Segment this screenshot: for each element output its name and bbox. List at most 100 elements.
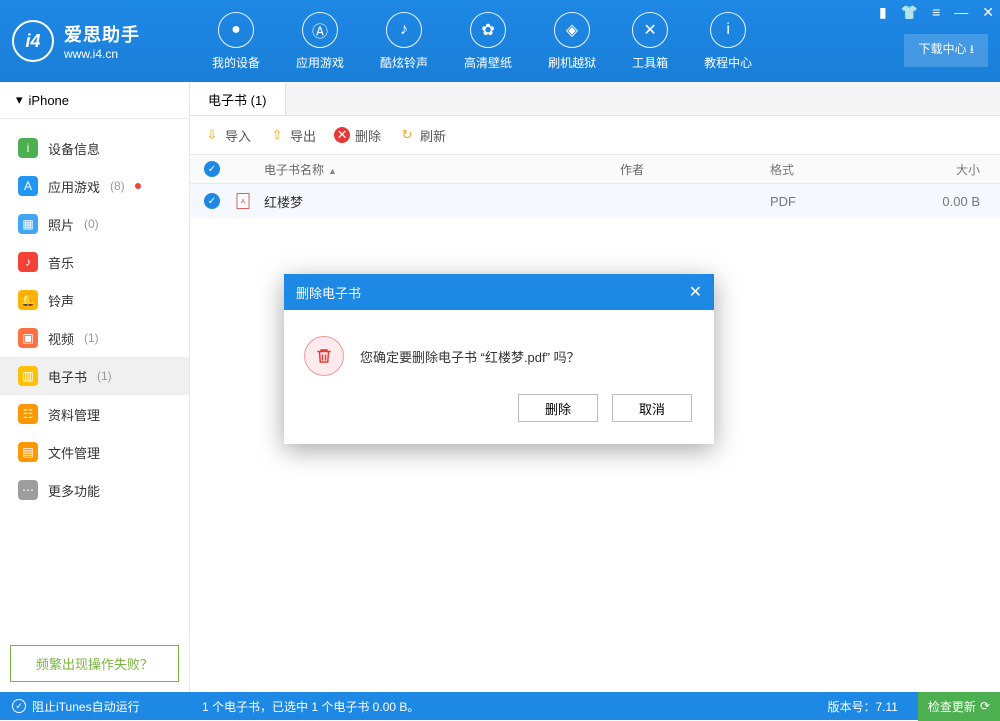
col-format[interactable]: 格式 (770, 161, 900, 178)
select-all-checkbox[interactable]: ✓ (204, 161, 220, 177)
feedback-icon[interactable]: ▮ (879, 4, 887, 21)
logo: i4 爱思助手 www.i4.cn (0, 20, 190, 62)
nav-ringtones[interactable]: ♪ 酷炫铃声 (380, 12, 428, 71)
sort-asc-icon: ▲ (328, 166, 337, 176)
export-button[interactable]: ⇧导出 (269, 126, 316, 145)
footer-version: 版本号：7.11 (827, 698, 897, 715)
dialog-confirm-button[interactable]: 删除 (518, 394, 598, 422)
dialog-cancel-button[interactable]: 取消 (612, 394, 692, 422)
toolbox-icon: ✕ (632, 12, 668, 48)
toolbar: ⇩导入 ⇧导出 ✕删除 ↻刷新 (190, 116, 1000, 154)
refresh-icon: ↻ (399, 127, 415, 143)
logo-title: 爱思助手 (64, 21, 140, 47)
download-center-button[interactable]: 下载中心 ⭳ (904, 34, 988, 67)
row-checkbox[interactable]: ✓ (204, 193, 220, 209)
col-size[interactable]: 大小 (900, 161, 1000, 178)
nav-flash[interactable]: ◈ 刷机越狱 (548, 12, 596, 71)
info-icon: i (18, 138, 38, 158)
sidebar-label: 应用游戏 (48, 177, 100, 196)
wallpapers-icon: ✿ (470, 12, 506, 48)
sidebar-label: 照片 (48, 215, 74, 234)
minimize-icon[interactable]: — (954, 4, 968, 21)
ebooks-icon: ▥ (18, 366, 38, 386)
table-header: ✓ 电子书名称▲ 作者 格式 大小 (190, 154, 1000, 184)
sidebar-label: 资料管理 (48, 405, 100, 424)
nav-label: 刷机越狱 (548, 54, 596, 71)
sidebar-label: 视频 (48, 329, 74, 348)
sidebar-item-info[interactable]: i 设备信息 (0, 129, 189, 167)
sidebar-item-ebooks[interactable]: ▥ 电子书 (1) (0, 357, 189, 395)
dialog-title: 删除电子书 (296, 283, 361, 302)
itunes-block-toggle[interactable]: ✓ 阻止iTunes自动运行 (12, 698, 182, 715)
sidebar-item-apps[interactable]: A应用游戏(8) (0, 167, 189, 205)
device-selector[interactable]: ▾ iPhone (0, 82, 189, 119)
sidebar-label: 铃声 (48, 291, 74, 310)
apps-icon: Ⓐ (302, 12, 338, 48)
sidebar-item-ringtones[interactable]: 🔔 铃声 (0, 281, 189, 319)
footer-status: 1 个电子书，已选中 1 个电子书 0.00 B。 (202, 698, 807, 715)
refresh-button[interactable]: ↻刷新 (399, 126, 446, 145)
nav-label: 高清壁纸 (464, 54, 512, 71)
sidebar-label: 更多功能 (48, 481, 100, 500)
nav-tutorials[interactable]: i教程中心 (704, 12, 752, 71)
sidebar-count: (0) (84, 217, 99, 231)
check-icon: ✓ (12, 699, 26, 713)
sidebar-label: 设备信息 (48, 139, 100, 158)
flash-icon: ◈ (554, 12, 590, 48)
col-name[interactable]: 电子书名称▲ (264, 161, 620, 178)
chevron-down-icon: ▾ (16, 92, 23, 108)
nav-device[interactable]: ●我的设备 (212, 12, 260, 71)
sidebar-item-music[interactable]: ♪音乐 (0, 243, 189, 281)
menu-icon[interactable]: ≡ (932, 4, 940, 21)
logo-icon: i4 (12, 20, 54, 62)
close-icon[interactable]: ✕ (982, 4, 994, 21)
dialog-message: 您确定要删除电子书 “红楼梦.pdf” 吗？ (360, 347, 580, 366)
sidebar-item-data[interactable]: ☷ 资料管理 (0, 395, 189, 433)
sidebar-label: 电子书 (48, 367, 87, 386)
videos-icon: ▣ (18, 328, 38, 348)
sidebar-item-videos[interactable]: ▣ 视频 (1) (0, 319, 189, 357)
nav-label: 应用游戏 (296, 54, 344, 71)
sidebar-count: (1) (84, 331, 99, 345)
delete-icon: ✕ (334, 127, 350, 143)
sidebar-item-files[interactable]: ▤ 文件管理 (0, 433, 189, 471)
sidebar-count: (1) (97, 369, 112, 383)
check-update-button[interactable]: 检查更新⟳ (918, 692, 1000, 721)
table-row[interactable]: ✓A红楼梦PDF0.00 B (190, 184, 1000, 218)
nav-wallpapers[interactable]: ✿ 高清壁纸 (464, 12, 512, 71)
nav-label: 酷炫铃声 (380, 54, 428, 71)
data-icon: ☷ (18, 404, 38, 424)
music-icon: ♪ (18, 252, 38, 272)
tab-ebooks[interactable]: 电子书 (1) (190, 82, 286, 115)
nav-label: 工具箱 (632, 54, 668, 71)
tab-bar: 电子书 (1) (190, 82, 1000, 116)
col-author[interactable]: 作者 (620, 161, 770, 178)
row-format: PDF (770, 194, 900, 209)
delete-button[interactable]: ✕删除 (334, 126, 381, 145)
files-icon: ▤ (18, 442, 38, 462)
app-header: i4 爱思助手 www.i4.cn ●我的设备 Ⓐ 应用游戏 ♪ 酷炫铃声 ✿ 高清壁纸 ◈ 刷… (0, 0, 1000, 82)
ringtones-icon: 🔔 (18, 290, 38, 310)
dialog-close-icon[interactable]: ✕ (689, 282, 702, 302)
sidebar: ▾ iPhone i设备信息A应用游戏(8)▦照片(0)♪音乐🔔铃声▣视频(1)… (0, 82, 190, 692)
window-controls: ▮ 👕 ≡ — ✕ (879, 4, 994, 21)
import-button[interactable]: ⇩导入 (204, 126, 251, 145)
trash-icon (304, 336, 344, 376)
tutorials-icon: i (710, 12, 746, 48)
nav-toolbox[interactable]: ✕ 工具箱 (632, 12, 668, 71)
logo-url: www.i4.cn (64, 47, 140, 61)
nav-apps[interactable]: Ⓐ 应用游戏 (296, 12, 344, 71)
ringtones-icon: ♪ (386, 12, 422, 48)
device-name: iPhone (29, 93, 69, 108)
row-size: 0.00 B (900, 194, 1000, 209)
sidebar-item-more[interactable]: ⋯更多功能 (0, 471, 189, 509)
skin-icon[interactable]: 👕 (901, 4, 918, 21)
apps-icon: A (18, 176, 38, 196)
export-icon: ⇧ (269, 127, 285, 143)
faq-link[interactable]: 频繁出现操作失败？ (10, 645, 179, 682)
import-icon: ⇩ (204, 127, 220, 143)
nav-label: 我的设备 (212, 54, 260, 71)
sidebar-label: 文件管理 (48, 443, 100, 462)
sidebar-item-photos[interactable]: ▦照片(0) (0, 205, 189, 243)
svg-text:A: A (241, 199, 245, 205)
